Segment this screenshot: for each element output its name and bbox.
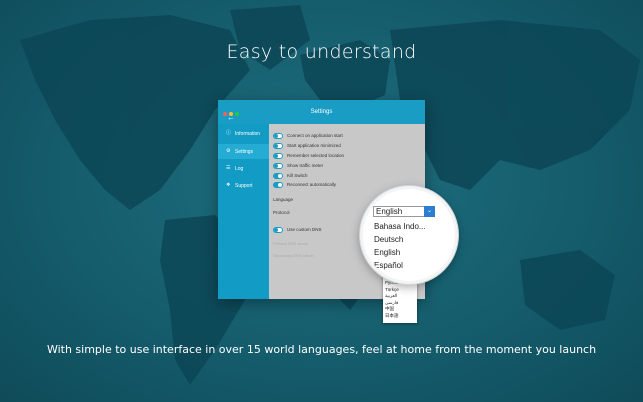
- sidebar-item-label: Support: [235, 183, 253, 189]
- back-arrow-icon[interactable]: ←: [227, 113, 235, 122]
- language-option[interactable]: English: [371, 246, 436, 259]
- option-label: Start application minimized: [287, 143, 341, 148]
- primary-dns-field: Primary DNS server: [273, 241, 309, 246]
- language-dropdown-magnified: Bahasa Indo... Deutsch English Español: [371, 220, 436, 272]
- sidebar-item-information[interactable]: ⓘ Information: [218, 126, 269, 141]
- toggle-switch[interactable]: [273, 133, 283, 139]
- language-option[interactable]: 日本語: [383, 313, 417, 320]
- option-label: Kill Switch: [287, 173, 308, 178]
- secondary-dns-field: Secondary DNS server: [273, 253, 314, 258]
- window-title: Settings: [310, 109, 333, 115]
- chevron-down-icon[interactable]: ⌄: [424, 206, 435, 217]
- option-label: Use custom DNS: [287, 227, 322, 232]
- info-icon: ⓘ: [226, 130, 232, 136]
- magnifier-bubble: English ⌄ Bahasa Indo... Deutsch English…: [360, 186, 458, 284]
- title-bar: Settings ←: [218, 100, 425, 124]
- support-icon: ❖: [226, 182, 231, 188]
- language-select-value: English: [376, 207, 403, 216]
- option-label: Connect on application start: [287, 133, 343, 138]
- sidebar-item-settings[interactable]: ⚙ Settings: [218, 144, 269, 159]
- language-option[interactable]: Bahasa Indo...: [371, 220, 436, 233]
- headline: Easy to understand: [226, 41, 417, 63]
- language-label: Language: [273, 197, 294, 202]
- language-select[interactable]: English ⌄: [373, 206, 435, 217]
- gear-icon: ⚙: [226, 148, 231, 154]
- sidebar-item-log[interactable]: ☰ Log: [218, 161, 269, 176]
- protocol-label: Protocol: [273, 210, 290, 215]
- language-option[interactable]: Español: [371, 259, 436, 272]
- log-icon: ☰: [226, 165, 231, 171]
- caption: With simple to use interface in over 15 …: [46, 343, 597, 356]
- toggle-switch[interactable]: [273, 143, 283, 149]
- toggle-switch[interactable]: [273, 227, 283, 233]
- sidebar-item-label: Settings: [235, 149, 254, 155]
- sidebar: ⓘ Information ⚙ Settings ☰ Log ❖ Support: [218, 124, 269, 299]
- option-label: Remember selected location: [287, 153, 345, 158]
- toggle-switch[interactable]: [273, 173, 283, 179]
- sidebar-item-label: Information: [235, 131, 261, 137]
- language-option[interactable]: Deutsch: [371, 233, 436, 246]
- sidebar-item-label: Log: [235, 166, 244, 172]
- option-label: Reconnect automatically: [287, 182, 337, 187]
- toggle-switch[interactable]: [273, 182, 283, 188]
- sidebar-item-support[interactable]: ❖ Support: [218, 178, 269, 193]
- australia-shape: [520, 250, 615, 330]
- toggle-switch[interactable]: [273, 163, 283, 169]
- toggle-switch[interactable]: [273, 153, 283, 159]
- option-label: Show traffic meter: [287, 163, 324, 168]
